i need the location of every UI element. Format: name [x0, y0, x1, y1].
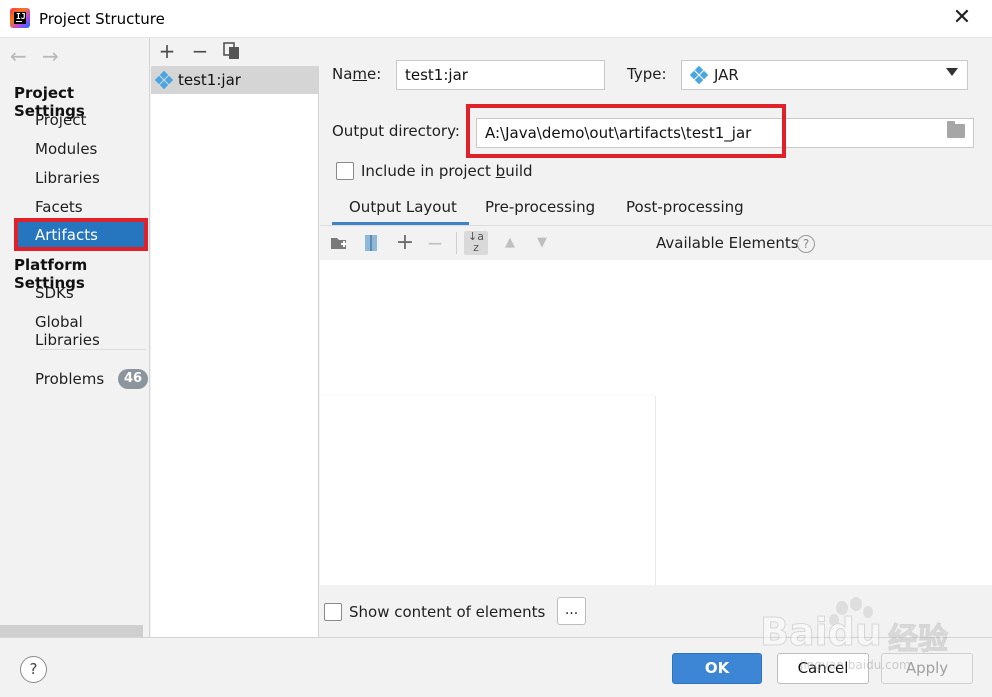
- artifact-list-item-label: test1:jar: [178, 71, 241, 89]
- nav-item-libraries[interactable]: Libraries: [35, 169, 100, 187]
- artifact-list-toolbar: + −: [151, 38, 319, 66]
- nav-item-project[interactable]: Project: [35, 111, 86, 129]
- type-select[interactable]: JAR: [681, 60, 968, 90]
- toolbar-separator: [456, 232, 457, 254]
- nav-item-artifacts-label: Artifacts: [35, 226, 98, 244]
- help-icon[interactable]: ?: [797, 235, 815, 253]
- tab-output-layout[interactable]: Output Layout: [349, 198, 457, 216]
- browse-folder-icon[interactable]: [947, 121, 965, 138]
- include-in-build-label: Include in project build: [361, 162, 533, 180]
- problems-count-badge: 46: [118, 369, 148, 389]
- output-directory-highlight-annotation: [466, 104, 786, 158]
- new-directory-icon[interactable]: [330, 235, 348, 251]
- nav-item-problems[interactable]: Problems: [35, 370, 104, 388]
- cancel-button[interactable]: Cancel: [777, 653, 869, 684]
- ok-button[interactable]: OK: [672, 653, 762, 684]
- artifact-detail-panel: Name: test1:jar Type: JAR Output directo…: [320, 38, 992, 637]
- move-up-icon[interactable]: ▲: [499, 232, 521, 254]
- output-layout-toolbar: + − ↓a z ▲ ▼ Available Elements ?: [320, 226, 992, 260]
- sort-elements-button[interactable]: ↓a z: [464, 231, 488, 255]
- nav-item-global-libraries[interactable]: Global Libraries: [35, 313, 149, 349]
- intellij-app-icon: IJ: [10, 8, 30, 28]
- show-content-label: Show content of elements: [349, 603, 546, 621]
- settings-nav: ← → Project Settings Project Modules Lib…: [0, 38, 150, 637]
- window-title: Project Structure: [39, 10, 165, 28]
- show-content-checkbox[interactable]: [324, 603, 342, 621]
- help-button[interactable]: ?: [20, 656, 47, 683]
- type-label: Type:: [627, 65, 667, 83]
- output-layout-area: [320, 260, 992, 585]
- chevron-down-icon: [946, 68, 958, 76]
- nav-item-modules[interactable]: Modules: [35, 140, 97, 158]
- artifact-list-panel: + − test1:jar: [151, 38, 319, 637]
- more-options-button[interactable]: ...: [557, 597, 586, 625]
- close-icon[interactable]: ✕: [948, 4, 976, 32]
- remove-element-button[interactable]: −: [424, 232, 446, 254]
- layout-tree-pane: [320, 395, 655, 396]
- type-select-value: JAR: [714, 66, 739, 84]
- nav-item-sdks[interactable]: SDKs: [35, 284, 74, 302]
- apply-button[interactable]: Apply: [881, 653, 973, 684]
- nav-item-facets[interactable]: Facets: [35, 198, 83, 216]
- include-in-build-checkbox[interactable]: [336, 162, 354, 180]
- available-elements-label: Available Elements: [656, 234, 799, 252]
- name-label: Name:: [332, 65, 382, 83]
- forward-arrow-icon[interactable]: →: [42, 44, 59, 68]
- copy-artifact-icon[interactable]: [223, 42, 241, 60]
- layout-split-divider[interactable]: [655, 396, 656, 585]
- move-down-icon[interactable]: ▼: [531, 232, 553, 254]
- remove-artifact-button[interactable]: −: [189, 40, 211, 62]
- jar-artifact-icon: [154, 70, 174, 90]
- back-arrow-icon[interactable]: ←: [10, 44, 27, 68]
- title-bar: IJ Project Structure ✕: [0, 0, 992, 38]
- layout-bottom-bar: Show content of elements ...: [320, 585, 992, 637]
- dialog-footer: ? OK Cancel Apply: [0, 637, 992, 697]
- name-input[interactable]: test1:jar: [396, 60, 605, 90]
- tab-post-processing[interactable]: Post-processing: [626, 198, 744, 216]
- jar-type-icon: [689, 65, 709, 85]
- tab-pre-processing[interactable]: Pre-processing: [485, 198, 595, 216]
- artifact-list-item[interactable]: test1:jar: [151, 66, 319, 94]
- add-artifact-button[interactable]: +: [156, 40, 178, 62]
- archive-icon[interactable]: [364, 234, 378, 252]
- output-directory-label: Output directory:: [332, 122, 460, 140]
- add-element-button[interactable]: +: [394, 232, 416, 254]
- nav-separator: [40, 349, 146, 350]
- nav-horizontal-scrollbar[interactable]: [0, 625, 143, 637]
